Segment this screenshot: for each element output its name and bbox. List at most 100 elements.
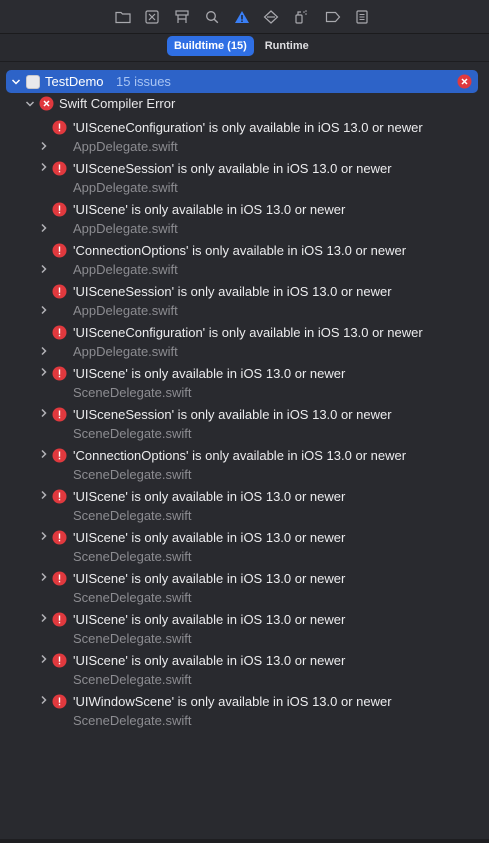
issue-message: 'UISceneSession' is only available in iO… [73, 161, 392, 176]
issue-row[interactable]: 'ConnectionOptions' is only available in… [0, 238, 489, 279]
chevron-right-icon[interactable] [39, 531, 49, 541]
issue-message: 'UIScene' is only available in iOS 13.0 … [73, 489, 346, 504]
issue-file: SceneDelegate.swift [73, 672, 192, 687]
error-group-row[interactable]: Swift Compiler Error [0, 93, 489, 115]
issue-list: 'UISceneConfiguration' is only available… [0, 115, 489, 730]
issue-row[interactable]: 'ConnectionOptions' is only available in… [0, 443, 489, 484]
chevron-right-icon[interactable] [39, 449, 49, 459]
issue-message: 'ConnectionOptions' is only available in… [73, 448, 407, 463]
issue-file: SceneDelegate.swift [73, 590, 192, 605]
error-icon [39, 96, 54, 116]
breakpoint-icon[interactable] [324, 8, 342, 26]
chevron-right-icon[interactable] [39, 572, 49, 582]
bottom-edge [0, 839, 489, 843]
error-icon [52, 284, 67, 304]
issue-message: 'UIScene' is only available in iOS 13.0 … [73, 653, 346, 668]
chevron-right-icon[interactable] [39, 613, 49, 623]
error-icon [52, 694, 67, 714]
issue-row[interactable]: 'UISceneConfiguration' is only available… [0, 115, 489, 156]
issue-file: SceneDelegate.swift [73, 713, 192, 728]
issue-count: 15 issues [116, 74, 171, 89]
error-icon [52, 161, 67, 181]
issue-row[interactable]: 'UIScene' is only available in iOS 13.0 … [0, 197, 489, 238]
chevron-right-icon[interactable] [39, 223, 49, 233]
issue-file: SceneDelegate.swift [73, 508, 192, 523]
issue-message: 'UIScene' is only available in iOS 13.0 … [73, 366, 346, 381]
error-icon [52, 202, 67, 222]
issue-message: 'UIWindowScene' is only available in iOS… [73, 694, 392, 709]
issue-message: 'UIScene' is only available in iOS 13.0 … [73, 202, 346, 217]
issue-file: AppDelegate.swift [73, 262, 178, 277]
chevron-down-icon[interactable] [25, 99, 35, 109]
issue-message: 'UISceneSession' is only available in iO… [73, 284, 392, 299]
error-icon [52, 530, 67, 550]
chevron-right-icon[interactable] [39, 264, 49, 274]
error-icon [52, 489, 67, 509]
error-icon [52, 448, 67, 468]
issue-row[interactable]: 'UIScene' is only available in iOS 13.0 … [0, 525, 489, 566]
source-control-icon[interactable] [143, 8, 161, 26]
issue-file: AppDelegate.swift [73, 180, 178, 195]
divider [0, 61, 489, 62]
chevron-right-icon[interactable] [39, 695, 49, 705]
issue-file: AppDelegate.swift [73, 303, 178, 318]
chevron-down-icon[interactable] [11, 77, 21, 87]
error-icon [52, 612, 67, 632]
project-icon [26, 75, 40, 89]
issue-file: SceneDelegate.swift [73, 385, 192, 400]
issue-navigator: Buildtime (15) Runtime TestDemo 15 issue… [0, 0, 489, 843]
issue-file: SceneDelegate.swift [73, 549, 192, 564]
issue-message: 'UIScene' is only available in iOS 13.0 … [73, 612, 346, 627]
error-icon [52, 407, 67, 427]
buildtime-segment[interactable]: Buildtime (15) [167, 36, 254, 56]
issue-row[interactable]: 'UISceneSession' is only available in iO… [0, 156, 489, 197]
error-icon [52, 120, 67, 140]
error-icon [52, 653, 67, 673]
chevron-right-icon[interactable] [39, 305, 49, 315]
project-name: TestDemo [45, 74, 104, 89]
issue-file: SceneDelegate.swift [73, 631, 192, 646]
folder-icon[interactable] [114, 8, 132, 26]
error-icon [52, 243, 67, 263]
chevron-right-icon[interactable] [39, 654, 49, 664]
issue-tree: TestDemo 15 issues Swift Compiler Error … [0, 70, 489, 730]
project-row[interactable]: TestDemo 15 issues [6, 70, 478, 93]
issue-message: 'UIScene' is only available in iOS 13.0 … [73, 571, 346, 586]
issue-file: AppDelegate.swift [73, 344, 178, 359]
issue-row[interactable]: 'UIScene' is only available in iOS 13.0 … [0, 566, 489, 607]
issue-file: SceneDelegate.swift [73, 426, 192, 441]
debug-spray-icon[interactable] [292, 8, 310, 26]
report-list-icon[interactable] [353, 8, 371, 26]
navigator-toolbar [0, 0, 489, 34]
chevron-right-icon[interactable] [39, 408, 49, 418]
error-icon [52, 571, 67, 591]
issue-row[interactable]: 'UIScene' is only available in iOS 13.0 … [0, 484, 489, 525]
chevron-right-icon[interactable] [39, 162, 49, 172]
issue-row[interactable]: 'UISceneConfiguration' is only available… [0, 320, 489, 361]
test-diamond-icon[interactable] [262, 8, 280, 26]
issue-row[interactable]: 'UIScene' is only available in iOS 13.0 … [0, 648, 489, 689]
symbol-hierarchy-icon[interactable] [173, 8, 191, 26]
issue-row[interactable]: 'UISceneSession' is only available in iO… [0, 402, 489, 443]
chevron-right-icon[interactable] [39, 490, 49, 500]
issue-row[interactable]: 'UISceneSession' is only available in iO… [0, 279, 489, 320]
buildtime-runtime-segmented-control: Buildtime (15) Runtime [167, 36, 316, 56]
issue-file: AppDelegate.swift [73, 221, 178, 236]
issue-warning-icon[interactable] [233, 8, 251, 26]
error-icon [52, 366, 67, 386]
issue-row[interactable]: 'UIScene' is only available in iOS 13.0 … [0, 607, 489, 648]
issue-message: 'UISceneConfiguration' is only available… [73, 325, 423, 340]
chevron-right-icon[interactable] [39, 346, 49, 356]
error-icon [52, 325, 67, 345]
chevron-right-icon[interactable] [39, 367, 49, 377]
find-icon[interactable] [203, 8, 221, 26]
issue-message: 'UISceneSession' is only available in iO… [73, 407, 392, 422]
issue-file: SceneDelegate.swift [73, 467, 192, 482]
issue-row[interactable]: 'UIWindowScene' is only available in iOS… [0, 689, 489, 730]
issue-row[interactable]: 'UIScene' is only available in iOS 13.0 … [0, 361, 489, 402]
issue-message: 'UIScene' is only available in iOS 13.0 … [73, 530, 346, 545]
issue-message: 'UISceneConfiguration' is only available… [73, 120, 423, 135]
chevron-right-icon[interactable] [39, 141, 49, 151]
group-label: Swift Compiler Error [59, 96, 176, 111]
runtime-segment[interactable]: Runtime [258, 36, 316, 56]
